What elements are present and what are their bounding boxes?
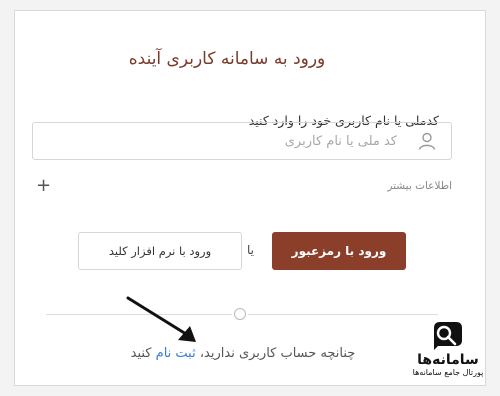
register-suffix: کنید: [130, 346, 156, 361]
more-info-label[interactable]: اطلاعات بیشتر: [387, 180, 452, 192]
register-prefix: چنانچه حساب کاربری ندارید،: [195, 346, 356, 361]
watermark-logo: سامانه‌ها پورتال جامع سامانه‌ها: [406, 318, 490, 390]
username-field[interactable]: [32, 122, 452, 160]
register-link[interactable]: ثبت نام: [156, 346, 196, 361]
pointer-arrow-icon: [126, 296, 196, 342]
more-info-toggle[interactable]: + اطلاعات بیشتر: [32, 176, 452, 196]
divider-circle: [234, 308, 246, 320]
password-login-button[interactable]: ورود با رمزعبور: [272, 232, 406, 270]
page-title: ورود به سامانه کاربری آینده: [128, 49, 326, 69]
user-icon: [418, 132, 436, 150]
logo-tagline: پورتال جامع سامانه‌ها: [412, 368, 484, 377]
or-label: یا: [247, 243, 254, 257]
logo-name: سامانه‌ها: [417, 352, 479, 368]
software-key-login-button[interactable]: ورود با نرم افزار کلید: [78, 232, 242, 270]
divider-right: [248, 314, 438, 315]
logo-mark-icon: [434, 322, 462, 350]
register-prompt: چنانچه حساب کاربری ندارید، ثبت نام کنید: [118, 346, 368, 361]
username-input[interactable]: [95, 132, 399, 150]
plus-icon[interactable]: +: [32, 176, 51, 196]
